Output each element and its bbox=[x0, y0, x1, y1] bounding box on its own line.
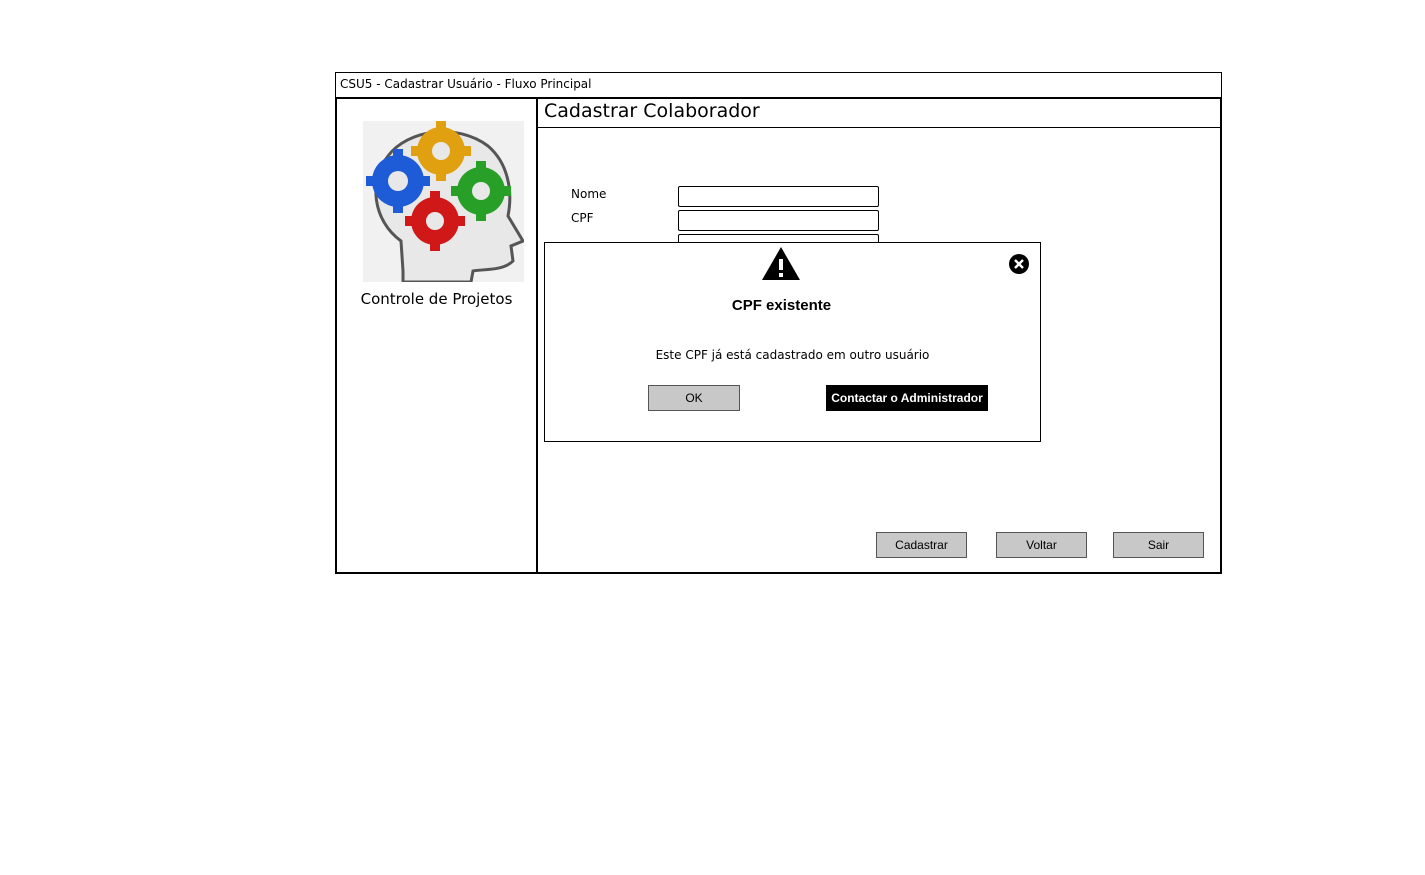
app-name: Controle de Projetos bbox=[360, 290, 513, 308]
nome-field[interactable] bbox=[678, 186, 879, 207]
ok-button[interactable]: OK bbox=[648, 385, 740, 411]
sidebar-divider bbox=[536, 97, 538, 574]
register-button[interactable]: Cadastrar bbox=[876, 532, 967, 558]
warning-icon bbox=[762, 247, 800, 280]
title-divider bbox=[538, 127, 1221, 128]
close-icon[interactable] bbox=[1008, 253, 1030, 275]
cpf-field[interactable] bbox=[678, 210, 879, 231]
exit-button[interactable]: Sair bbox=[1113, 532, 1204, 558]
head-gears-icon bbox=[366, 121, 524, 282]
dialog-message: Este CPF já está cadastrado em outro usu… bbox=[655, 348, 930, 362]
contact-admin-button[interactable]: Contactar o Administrador bbox=[826, 385, 988, 411]
window-title-bar: CSU5 - Cadastrar Usuário - Fluxo Princip… bbox=[335, 72, 1222, 98]
back-button[interactable]: Voltar bbox=[996, 532, 1087, 558]
dialog-title: CPF existente bbox=[731, 297, 832, 314]
app-logo bbox=[363, 121, 524, 282]
window-title: CSU5 - Cadastrar Usuário - Fluxo Princip… bbox=[340, 77, 592, 91]
page-title: Cadastrar Colaborador bbox=[544, 100, 760, 122]
nome-label: Nome bbox=[571, 187, 607, 201]
cpf-label: CPF bbox=[571, 211, 594, 225]
